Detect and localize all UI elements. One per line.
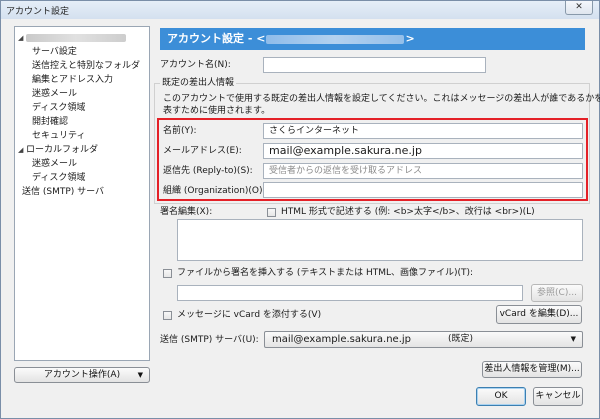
email-label: メールアドレス(E):: [163, 146, 242, 156]
html-signature-checkbox[interactable]: [267, 208, 276, 217]
signature-file-path-input[interactable]: [177, 285, 523, 301]
signature-file-label: ファイルから署名を挿入する (テキストまたは HTML、画像ファイル)(T):: [177, 268, 474, 278]
header-prefix: アカウント設定 - <: [167, 32, 266, 45]
window-title: アカウント設定: [6, 7, 70, 17]
signature-textarea[interactable]: [177, 219, 583, 261]
manage-identities-button[interactable]: 差出人情報を管理(M)...: [482, 361, 582, 378]
close-button[interactable]: ✕: [565, 1, 593, 15]
organization-label: 組織 (Organization)(O):: [163, 186, 266, 196]
vcard-label: メッセージに vCard を添付する(V): [177, 310, 322, 320]
signature-file-checkbox[interactable]: [163, 269, 172, 278]
tree-item-composition[interactable]: 編集とアドレス入力: [32, 74, 113, 86]
account-tree[interactable]: ◢ サーバ設定 送信控えと特別なフォルダ 編集とアドレス入力 迷惑メール ディス…: [14, 26, 150, 361]
account-actions-label: アカウント操作(A): [43, 370, 121, 380]
ok-button[interactable]: OK: [476, 387, 526, 406]
email-redacted: [266, 34, 405, 44]
vcard-checkbox[interactable]: [163, 311, 172, 320]
signature-label: 署名編集(X):: [160, 207, 213, 217]
reply-to-placeholder: 受信者からの返信を受け取るアドレス: [269, 166, 423, 176]
account-name-label: アカウント名(N):: [160, 60, 231, 70]
smtp-default-tag: (既定): [448, 334, 474, 344]
smtp-server-label: 送信 (SMTP) サーバ(U):: [160, 335, 259, 345]
email-input[interactable]: mail@example.sakura.ne.jp: [263, 143, 583, 159]
account-settings-window: アカウント設定 ✕ ◢ サーバ設定 送信控えと特別なフォルダ 編集とアドレス入力…: [0, 0, 600, 419]
header-suffix: >: [405, 32, 415, 45]
tree-item-label: ローカルフォルダ: [26, 145, 99, 155]
collapse-icon[interactable]: ◢: [18, 144, 26, 156]
identity-description-line1: このアカウントで使用する既定の差出人情報を設定してください。これはメッセージの差…: [163, 94, 600, 104]
tree-item-local-disk-space[interactable]: ディスク領域: [32, 172, 85, 184]
collapse-icon[interactable]: ◢: [18, 32, 26, 44]
cancel-button[interactable]: キャンセル: [533, 387, 583, 406]
reply-to-input[interactable]: 受信者からの返信を受け取るアドレス: [263, 163, 583, 179]
identity-description-line2: 表すために使用されます。: [163, 106, 271, 116]
account-name-redacted: [26, 33, 126, 42]
html-signature-label: HTML 形式で記述する (例: <b>太字</b>、改行は <br>)(L): [281, 207, 535, 217]
tree-item-local-junk[interactable]: 迷惑メール: [32, 158, 77, 170]
tree-item-return-receipts[interactable]: 開封確認: [32, 116, 68, 128]
tree-item-local-folders[interactable]: ◢ ローカルフォルダ: [18, 144, 98, 156]
browse-button[interactable]: 参照(C)...: [531, 284, 583, 302]
tree-item-security[interactable]: セキュリティ: [32, 130, 85, 142]
tree-item-disk-space[interactable]: ディスク領域: [32, 102, 85, 114]
smtp-server-select[interactable]: mail@example.sakura.ne.jp (既定) ▼: [264, 331, 583, 348]
tree-item-account[interactable]: ◢: [18, 32, 126, 44]
name-label: 名前(Y):: [163, 126, 197, 136]
edit-vcard-button[interactable]: vCard を編集(D)...: [496, 305, 582, 324]
smtp-server-value: mail@example.sakura.ne.jp: [272, 334, 412, 345]
account-name-input[interactable]: [263, 57, 486, 73]
name-input[interactable]: さくらインターネット: [263, 123, 583, 139]
tree-item-server-settings[interactable]: サーバ設定: [32, 46, 77, 58]
dropdown-arrow-icon: ▼: [137, 371, 143, 379]
dropdown-arrow-icon: ▼: [570, 335, 576, 343]
tree-item-junk[interactable]: 迷惑メール: [32, 88, 77, 100]
title-bar: アカウント設定 ✕: [1, 1, 599, 19]
account-actions-button[interactable]: アカウント操作(A) ▼: [14, 367, 150, 383]
tree-item-copies-folders[interactable]: 送信控えと特別なフォルダ: [32, 60, 140, 72]
organization-input[interactable]: [263, 182, 583, 198]
page-header: アカウント設定 - < >: [160, 28, 585, 50]
reply-to-label: 返信先 (Reply-to)(S):: [163, 166, 253, 176]
identity-group-title: 既定の差出人情報: [160, 77, 237, 89]
tree-item-smtp-server[interactable]: 送信 (SMTP) サーバ: [22, 186, 104, 198]
